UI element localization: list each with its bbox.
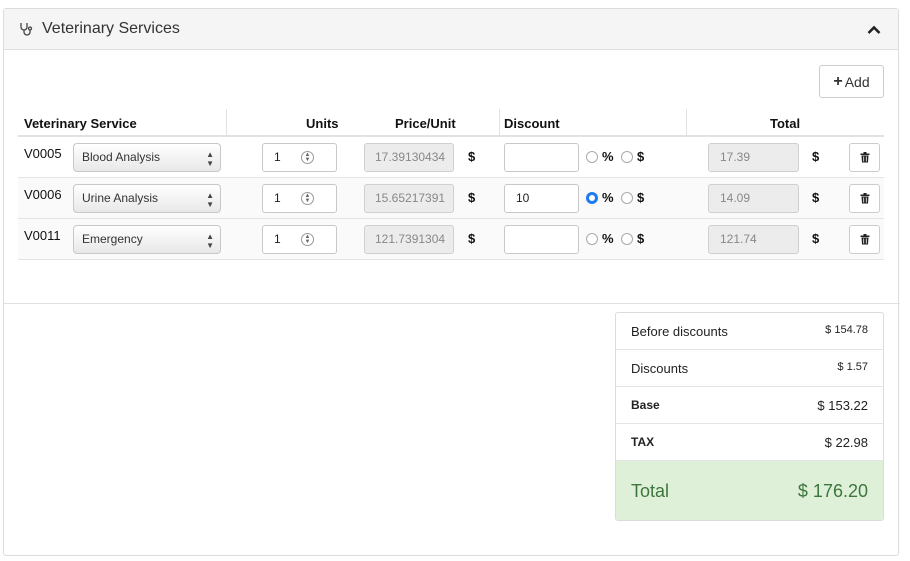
service-code: V0011 [24, 228, 61, 243]
summary-row-base: Base $ 153.22 [616, 387, 883, 424]
select-arrows-icon: ▲ ▼ [206, 191, 214, 209]
spinner-arrows-icon[interactable]: ▲ ▼ [301, 151, 314, 164]
plus-icon: + [833, 72, 843, 90]
discount-percent-radio[interactable] [586, 151, 598, 163]
percent-label: % [602, 190, 614, 205]
price-currency: $ [468, 149, 476, 164]
service-select-value: Urine Analysis [82, 191, 159, 205]
summary-label: Before discounts [631, 324, 728, 339]
panel-title: Veterinary Services [42, 20, 180, 37]
add-service-button[interactable]: + Add [819, 65, 884, 98]
table-row: V0006 Urine Analysis ▲ ▼ 1 ▲ ▼ 15.65217391… [18, 178, 884, 219]
delete-row-button[interactable] [849, 184, 880, 213]
total-currency: $ [812, 149, 820, 164]
summary-row-before-discounts: Before discounts $ 154.78 [616, 313, 883, 350]
service-select-value: Emergency [82, 232, 143, 246]
summary-label: Base [631, 398, 660, 412]
discount-input[interactable] [504, 225, 579, 254]
chevron-up-icon[interactable] [864, 20, 884, 40]
totals-summary: Before discounts $ 154.78 Discounts $ 1.… [615, 312, 884, 521]
discount-percent-radio[interactable] [586, 192, 598, 204]
service-select[interactable]: Blood Analysis ▲ ▼ [73, 143, 221, 172]
total-input: 121.74 [708, 225, 799, 254]
trash-icon [860, 193, 869, 204]
trash-icon [860, 152, 869, 163]
discount-amount-radio[interactable] [621, 233, 633, 245]
discount-amount-radio[interactable] [621, 151, 633, 163]
price-currency: $ [468, 190, 476, 205]
amount-label: $ [637, 231, 645, 246]
units-input[interactable]: 1 ▲ ▼ [262, 143, 337, 172]
trash-icon [860, 234, 869, 245]
service-code: V0006 [24, 187, 62, 202]
delete-row-button[interactable] [849, 225, 880, 254]
header-units: Units [306, 116, 339, 131]
delete-row-button[interactable] [849, 143, 880, 172]
service-select[interactable]: Urine Analysis ▲ ▼ [73, 184, 221, 213]
units-value: 1 [274, 232, 281, 246]
panel-header: Veterinary Services [4, 9, 898, 50]
summary-label: Discounts [631, 361, 689, 376]
price-input: 15.65217391 [364, 184, 454, 213]
table-row: V0005 Blood Analysis ▲ ▼ 1 ▲ ▼ 17.39130434… [18, 137, 884, 178]
services-table: Veterinary Service Units Price/Unit Disc… [18, 109, 884, 260]
stethoscope-icon [18, 21, 34, 37]
summary-row-total: Total $ 176.20 [616, 461, 883, 520]
units-input[interactable]: 1 ▲ ▼ [262, 184, 337, 213]
discount-input[interactable]: 10 [504, 184, 579, 213]
grand-total-label: Total [631, 481, 670, 501]
amount-label: $ [637, 190, 645, 205]
percent-label: % [602, 149, 614, 164]
veterinary-services-panel: Veterinary Services + Add Veterinary Ser… [3, 8, 900, 556]
summary-label: TAX [631, 435, 655, 449]
discount-input[interactable] [504, 143, 579, 172]
total-currency: $ [812, 231, 820, 246]
spinner-arrows-icon[interactable]: ▲ ▼ [301, 233, 314, 246]
summary-row-discounts: Discounts $ 1.57 [616, 350, 883, 387]
add-button-label: Add [844, 73, 870, 90]
summary-value: $ 1.57 [837, 361, 868, 373]
units-input[interactable]: 1 ▲ ▼ [262, 225, 337, 254]
table-row: V0011 Emergency ▲ ▼ 1 ▲ ▼ 121.7391304 $ % … [18, 219, 884, 260]
summary-value: $ 153.22 [817, 398, 868, 413]
summary-row-tax: TAX $ 22.98 [616, 424, 883, 461]
percent-label: % [602, 231, 614, 246]
price-input: 17.39130434 [364, 143, 454, 172]
spinner-arrows-icon[interactable]: ▲ ▼ [301, 192, 314, 205]
header-service: Veterinary Service [24, 116, 137, 131]
total-currency: $ [812, 190, 820, 205]
units-value: 1 [274, 150, 281, 164]
service-select[interactable]: Emergency ▲ ▼ [73, 225, 221, 254]
service-select-value: Blood Analysis [82, 150, 161, 164]
select-arrows-icon: ▲ ▼ [206, 150, 214, 168]
service-code: V0005 [24, 146, 62, 161]
discount-percent-radio[interactable] [586, 233, 598, 245]
grand-total-value: $ 176.20 [797, 481, 868, 501]
units-value: 1 [274, 191, 281, 205]
summary-value: $ 22.98 [824, 435, 868, 450]
total-input: 14.09 [708, 184, 799, 213]
price-input: 121.7391304 [364, 225, 454, 254]
total-input: 17.39 [708, 143, 799, 172]
discount-amount-radio[interactable] [621, 192, 633, 204]
header-total: Total [770, 116, 801, 131]
table-header: Veterinary Service Units Price/Unit Disc… [18, 109, 884, 137]
header-price: Price/Unit [395, 116, 456, 131]
summary-value: $ 154.78 [825, 324, 868, 336]
price-currency: $ [468, 231, 476, 246]
section-divider [4, 303, 900, 304]
amount-label: $ [637, 149, 645, 164]
select-arrows-icon: ▲ ▼ [206, 232, 214, 250]
header-discount: Discount [504, 116, 560, 131]
